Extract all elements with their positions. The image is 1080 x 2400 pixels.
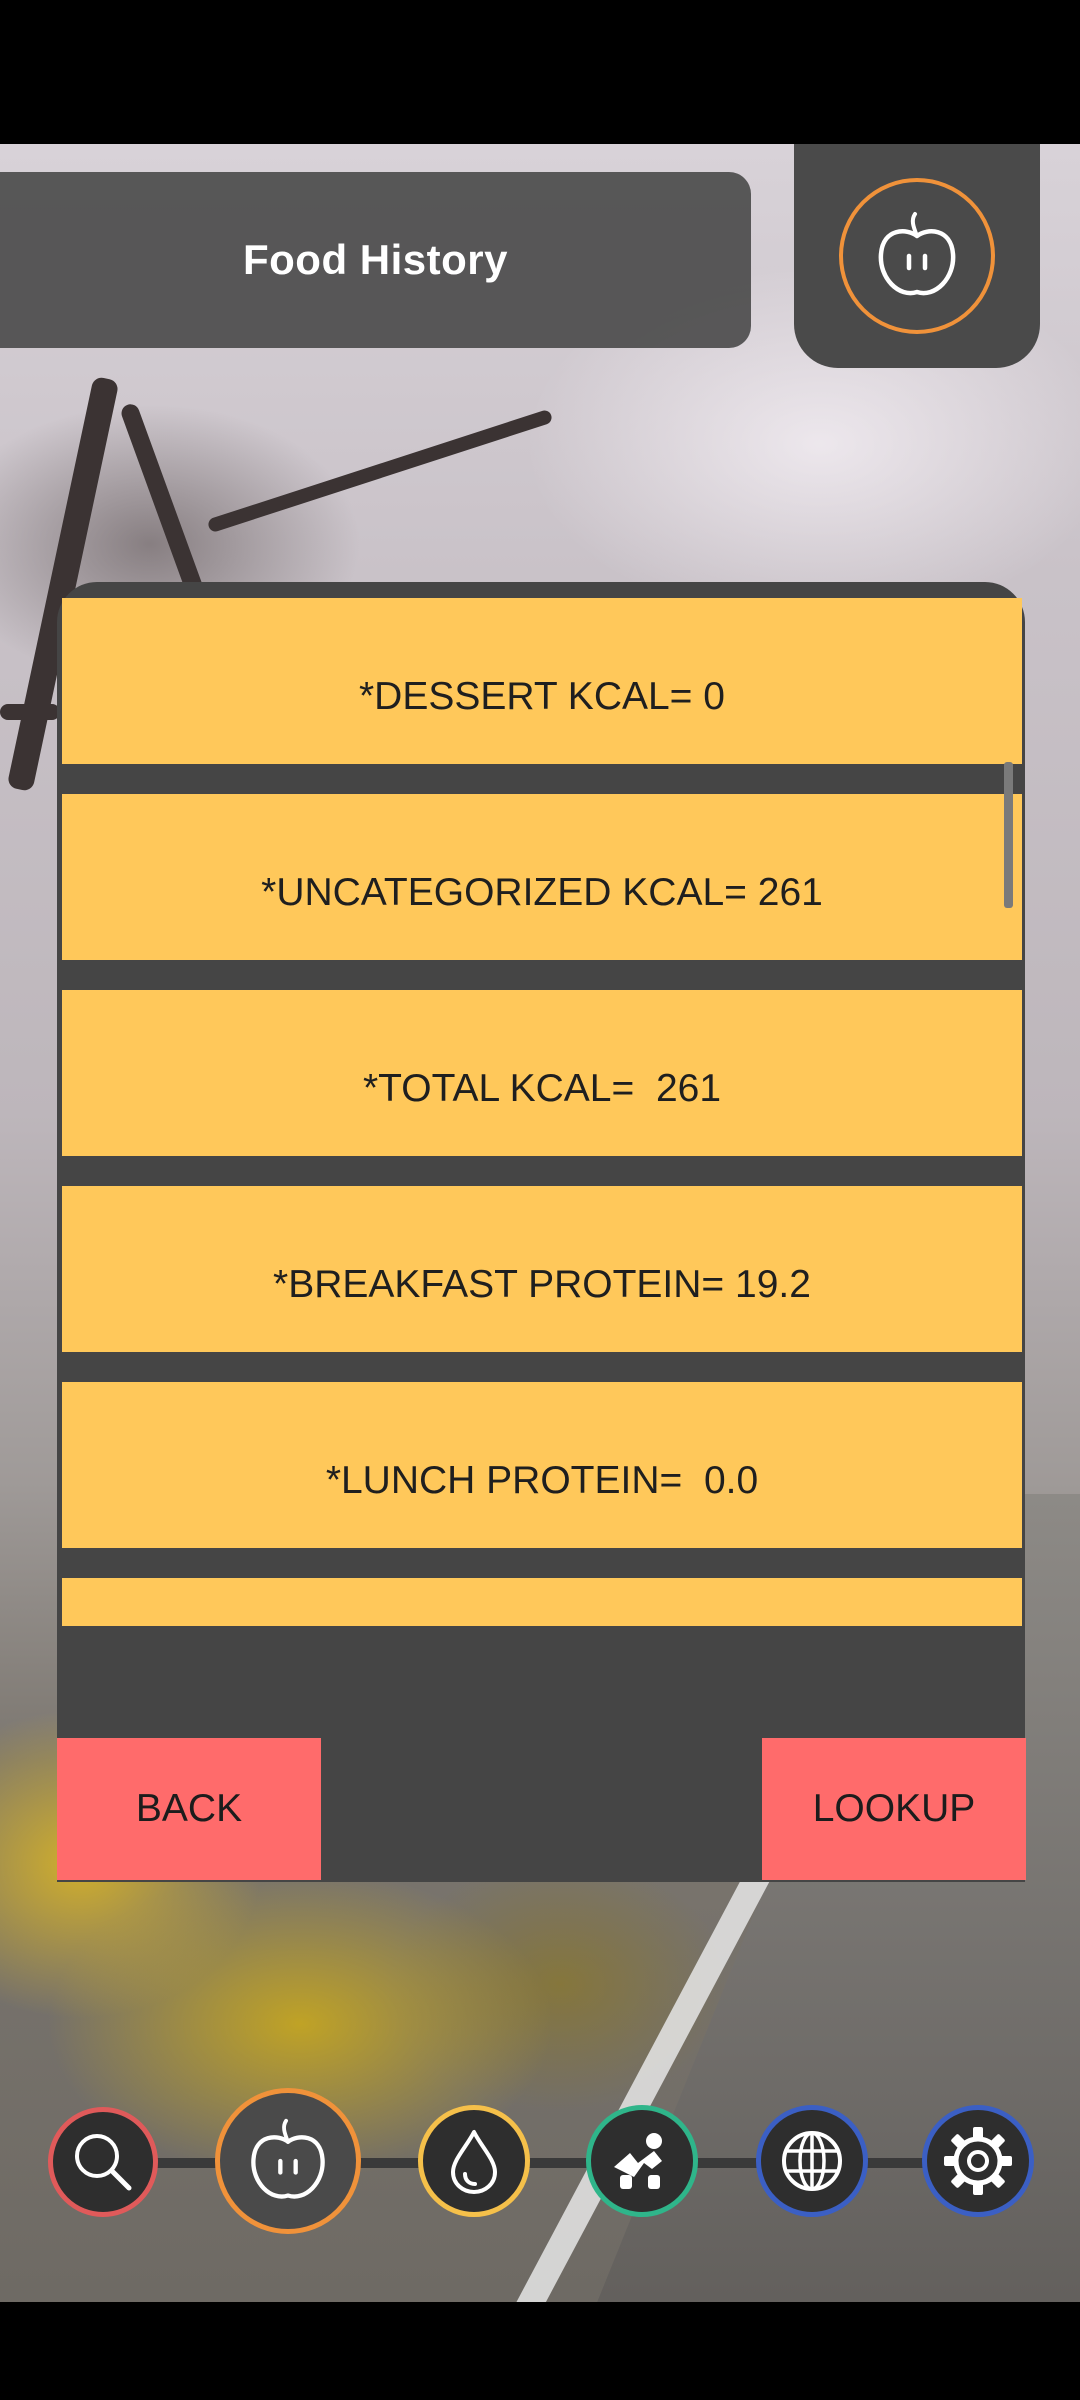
globe-icon bbox=[782, 2131, 842, 2191]
page-title: Food History bbox=[243, 236, 508, 283]
list-item: *LUNCH PROTEIN= 0.0 bbox=[62, 1382, 1022, 1548]
list-item-label: *TOTAL KCAL= 261 bbox=[362, 1067, 722, 1110]
list-item: *UNCATEGORIZED KCAL= 261 bbox=[62, 794, 1022, 960]
nav-water[interactable] bbox=[418, 2105, 530, 2217]
list-item: *DESSERT KCAL= 0 bbox=[62, 598, 1022, 764]
status-bar bbox=[0, 0, 1080, 144]
nav-settings[interactable] bbox=[922, 2105, 1034, 2217]
list-item-label: *BREAKFAST PROTEIN= 19.2 bbox=[273, 1263, 811, 1306]
search-icon bbox=[75, 2134, 132, 2191]
list-item-label: *DESSERT KCAL= 0 bbox=[359, 675, 725, 718]
apple-icon bbox=[251, 2118, 325, 2199]
list-item-label: *LUNCH PROTEIN= 0.0 bbox=[325, 1459, 759, 1502]
nav-globe[interactable] bbox=[756, 2105, 868, 2217]
back-button[interactable]: BACK bbox=[57, 1738, 321, 1880]
apple-icon bbox=[878, 212, 956, 296]
tree-branch bbox=[0, 704, 60, 720]
nav-food[interactable] bbox=[215, 2088, 361, 2234]
lookup-button[interactable]: LOOKUP bbox=[762, 1738, 1026, 1880]
list-item-label: *UNCATEGORIZED KCAL= 261 bbox=[261, 871, 823, 914]
title-bar: Food History bbox=[0, 172, 751, 348]
list-item: *TOTAL KCAL= 261 bbox=[62, 990, 1022, 1156]
gear-icon bbox=[944, 2127, 1012, 2195]
list-item-partial bbox=[62, 1578, 1022, 1626]
list-item: *BREAKFAST PROTEIN= 19.2 bbox=[62, 1186, 1022, 1352]
tree-branch bbox=[206, 408, 554, 534]
workout-icon bbox=[614, 2133, 662, 2189]
list-scrollbar[interactable] bbox=[1004, 762, 1013, 908]
nav-workout[interactable] bbox=[586, 2105, 698, 2217]
nav-search[interactable] bbox=[48, 2107, 158, 2217]
water-drop-icon bbox=[451, 2130, 497, 2194]
apple-tab[interactable] bbox=[794, 144, 1040, 368]
apple-icon-ring bbox=[839, 178, 995, 334]
history-list[interactable]: *DESSERT KCAL= 0 *UNCATEGORIZED KCAL= 26… bbox=[62, 598, 1022, 1626]
system-nav-bar bbox=[0, 2302, 1080, 2400]
